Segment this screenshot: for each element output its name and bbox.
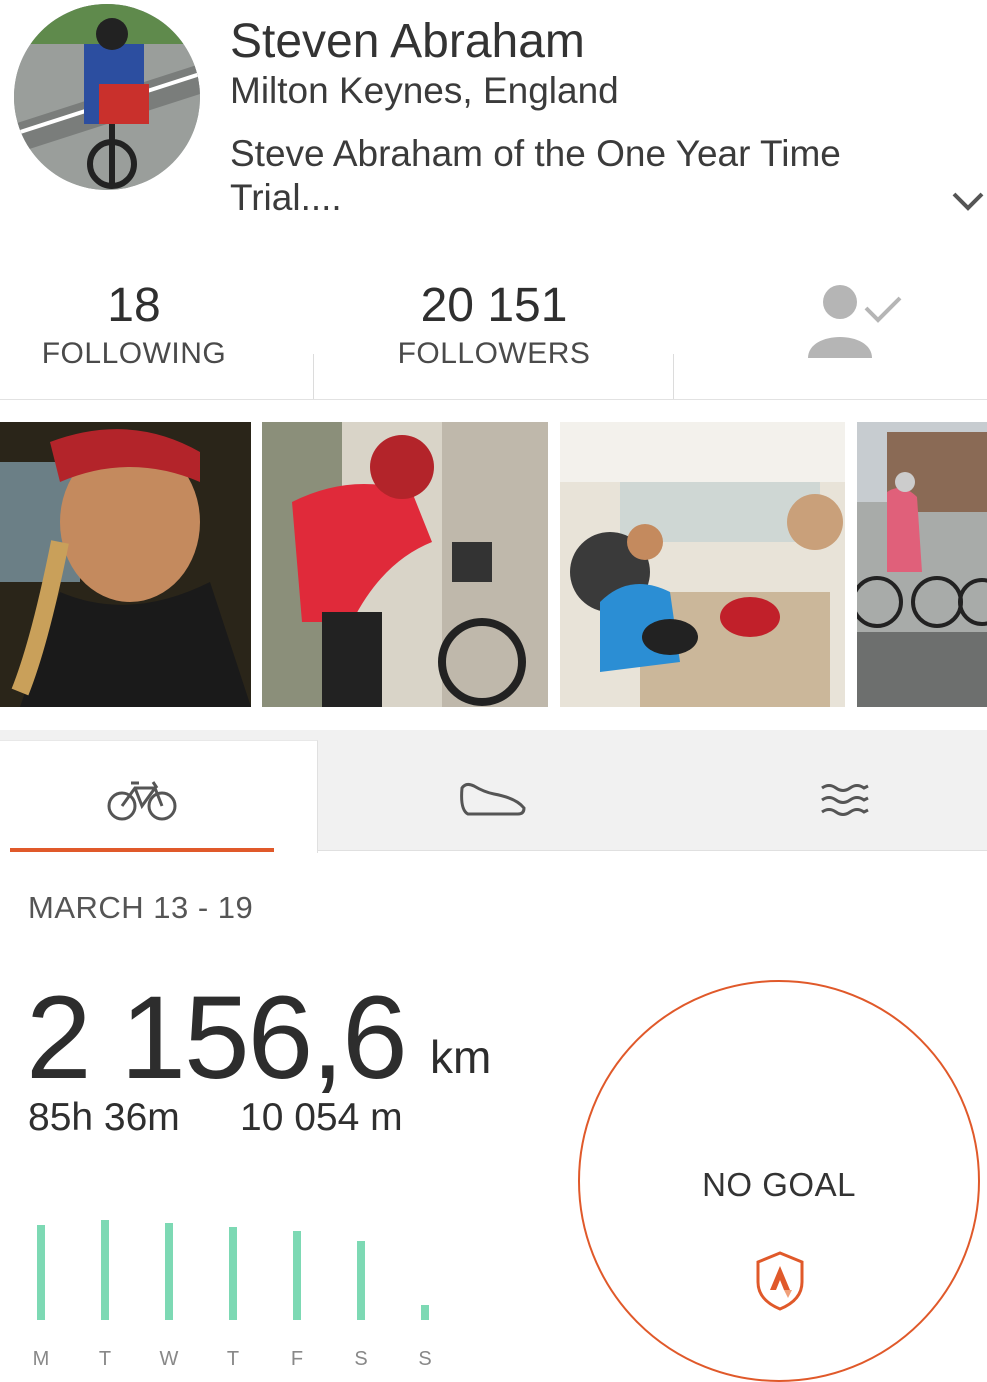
- day-label: T: [98, 1348, 112, 1370]
- stats-divider: [0, 399, 987, 400]
- photo-thumbnail[interactable]: [560, 422, 845, 707]
- shoe-icon[interactable]: [458, 780, 528, 818]
- photo-thumbnail[interactable]: [0, 422, 251, 707]
- daily-bar: [357, 1241, 365, 1320]
- photo-thumbnail[interactable]: [857, 422, 987, 707]
- day-label: S: [418, 1348, 432, 1370]
- week-moving-time: 85h 36m: [28, 1096, 180, 1139]
- following-count: 18: [107, 279, 161, 332]
- following-stat[interactable]: 18 FOLLOWING: [14, 278, 254, 371]
- followers-label: FOLLOWERS: [397, 337, 591, 370]
- day-label: S: [354, 1348, 368, 1370]
- profile-location: Milton Keynes, England: [230, 70, 619, 111]
- active-tab-indicator: [10, 848, 274, 852]
- week-range: MARCH 13 - 19: [28, 890, 254, 925]
- profile-name: Steven Abraham: [230, 15, 585, 68]
- following-label: FOLLOWING: [41, 337, 227, 370]
- daily-bar: [229, 1227, 237, 1320]
- stat-divider: [313, 354, 314, 400]
- daily-bar: [101, 1220, 109, 1320]
- photo-thumbnail[interactable]: [262, 422, 548, 707]
- following-status-icon[interactable]: [806, 282, 906, 362]
- day-label: M: [32, 1348, 50, 1370]
- day-label: F: [290, 1348, 304, 1370]
- followers-stat[interactable]: 20 151 FOLLOWERS: [374, 278, 614, 371]
- followers-count: 20 151: [420, 279, 568, 332]
- profile-bio[interactable]: Steve Abraham of the One Year Time Trial…: [230, 132, 910, 220]
- week-distance: 2 156,6: [26, 972, 408, 1104]
- daily-bar: [293, 1231, 301, 1320]
- day-label: T: [226, 1348, 240, 1370]
- stat-divider: [673, 354, 674, 400]
- bike-icon[interactable]: [107, 778, 177, 822]
- strava-shield-icon: [754, 1250, 806, 1312]
- daily-bar: [165, 1223, 173, 1320]
- daily-bar: [421, 1305, 429, 1320]
- profile-avatar[interactable]: [14, 4, 200, 190]
- daily-bar: [37, 1225, 45, 1320]
- goal-label: NO GOAL: [702, 1166, 856, 1203]
- distance-unit: km: [430, 1031, 492, 1083]
- day-label: W: [159, 1348, 179, 1370]
- week-elevation: 10 054 m: [240, 1096, 403, 1139]
- swim-icon[interactable]: [820, 782, 870, 818]
- chevron-down-icon[interactable]: [948, 186, 987, 216]
